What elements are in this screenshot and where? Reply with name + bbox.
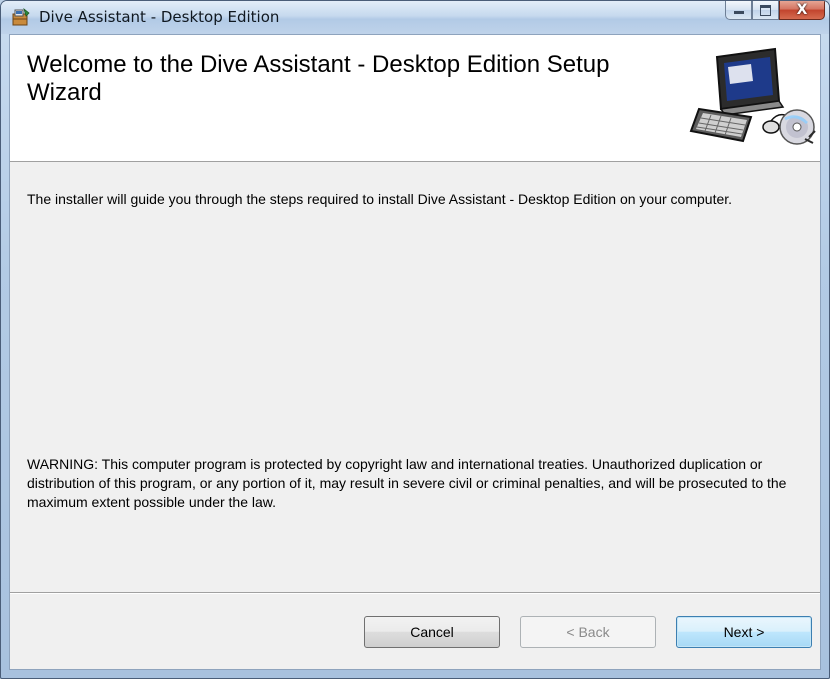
- wizard-heading: Welcome to the Dive Assistant - Desktop …: [27, 51, 610, 106]
- wizard-banner: Welcome to the Dive Assistant - Desktop …: [10, 35, 820, 162]
- title-bar[interactable]: Dive Assistant - Desktop Edition X: [1, 1, 829, 34]
- button-separator: [10, 592, 820, 594]
- close-icon: X: [796, 2, 808, 18]
- wizard-content: Welcome to the Dive Assistant - Desktop …: [9, 34, 821, 670]
- intro-text: The installer will guide you through the…: [27, 191, 733, 207]
- cancel-button[interactable]: Cancel: [364, 616, 500, 648]
- window-title: Dive Assistant - Desktop Edition: [39, 8, 280, 26]
- close-button[interactable]: X: [779, 1, 825, 20]
- installer-icon: [11, 7, 31, 27]
- next-button[interactable]: Next >: [676, 616, 812, 648]
- caption-buttons: X: [725, 1, 825, 22]
- minimize-button[interactable]: [725, 1, 752, 20]
- minimize-icon: [733, 11, 744, 14]
- back-button[interactable]: < Back: [520, 616, 656, 648]
- computer-cd-icon: [687, 43, 817, 149]
- setup-window: Dive Assistant - Desktop Edition X Welco…: [0, 0, 830, 679]
- maximize-button[interactable]: [752, 1, 779, 20]
- maximize-icon: [760, 4, 771, 16]
- copyright-warning: WARNING: This computer program is protec…: [27, 456, 787, 510]
